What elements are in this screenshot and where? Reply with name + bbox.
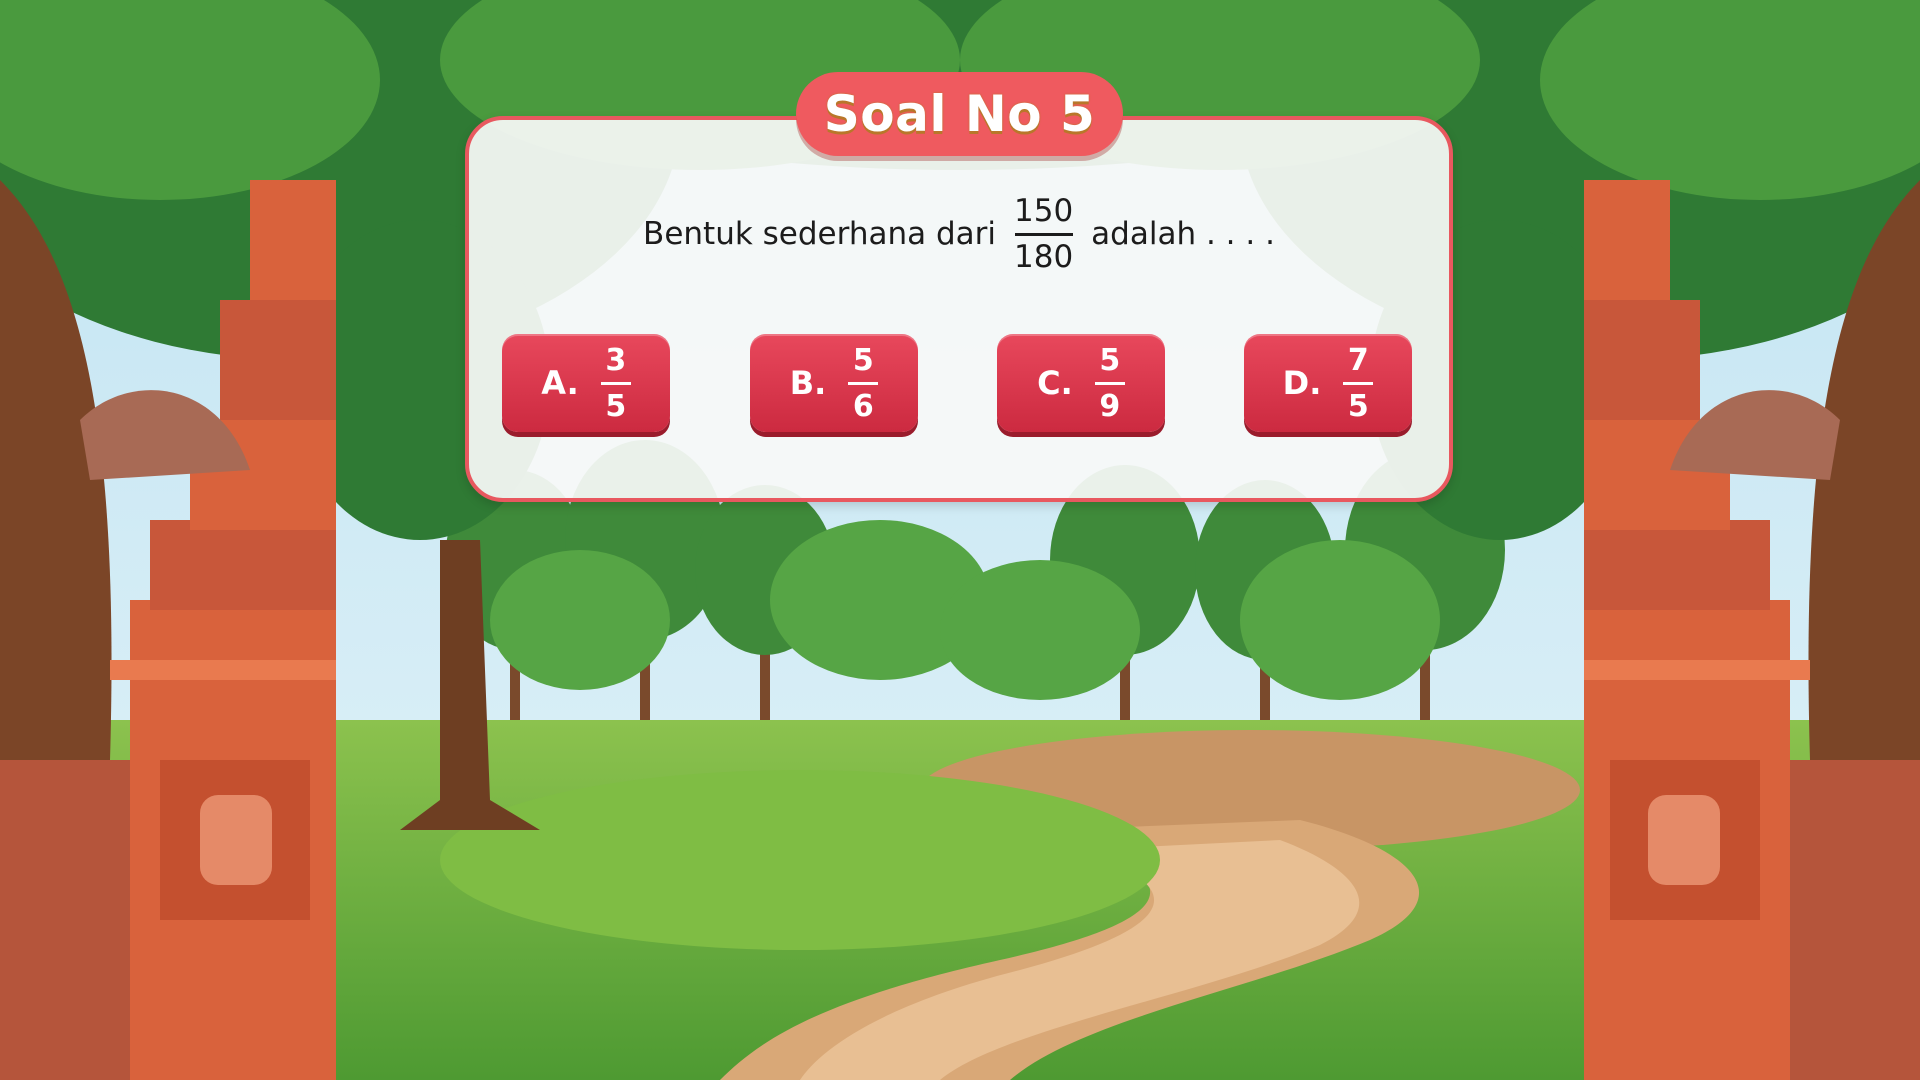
question-fraction: 150 180 <box>1014 192 1073 277</box>
option-fraction: 5 6 <box>848 341 879 426</box>
option-numerator: 5 <box>852 342 874 378</box>
page-title: Soal No 5 <box>823 85 1096 143</box>
option-a-button[interactable]: A. 3 5 <box>502 334 670 432</box>
option-fraction: 5 9 <box>1094 341 1125 426</box>
option-b-button[interactable]: B. 5 6 <box>750 334 918 432</box>
question-panel: Bentuk sederhana dari 150 180 adalah . .… <box>465 116 1453 502</box>
option-fraction: 3 5 <box>600 341 631 426</box>
option-denominator: 6 <box>852 388 874 424</box>
fraction-bar <box>1094 381 1125 385</box>
fraction-bar <box>848 381 879 385</box>
option-numerator: 5 <box>1099 342 1121 378</box>
question-prefix: Bentuk sederhana dari <box>643 216 996 253</box>
option-denominator: 5 <box>1347 388 1369 424</box>
option-d-button[interactable]: D. 7 5 <box>1244 334 1412 432</box>
option-numerator: 7 <box>1347 342 1369 378</box>
question-number-badge: Soal No 5 <box>796 72 1123 156</box>
option-letter: C. <box>1037 364 1073 402</box>
question-numerator: 150 <box>1014 193 1074 229</box>
option-letter: A. <box>541 364 579 402</box>
fraction-bar <box>600 381 631 385</box>
option-fraction: 7 5 <box>1343 341 1374 426</box>
question-text: Bentuk sederhana dari 150 180 adalah . .… <box>469 192 1449 277</box>
option-letter: D. <box>1282 364 1322 402</box>
option-c-button[interactable]: C. 5 9 <box>997 334 1165 432</box>
question-denominator: 180 <box>1014 238 1074 275</box>
question-suffix: adalah . . . . <box>1091 216 1275 253</box>
option-denominator: 9 <box>1099 388 1121 424</box>
option-letter: B. <box>789 364 827 402</box>
fraction-bar <box>1014 232 1073 236</box>
fraction-bar <box>1343 381 1374 385</box>
option-numerator: 3 <box>605 342 627 378</box>
option-denominator: 5 <box>605 388 627 424</box>
